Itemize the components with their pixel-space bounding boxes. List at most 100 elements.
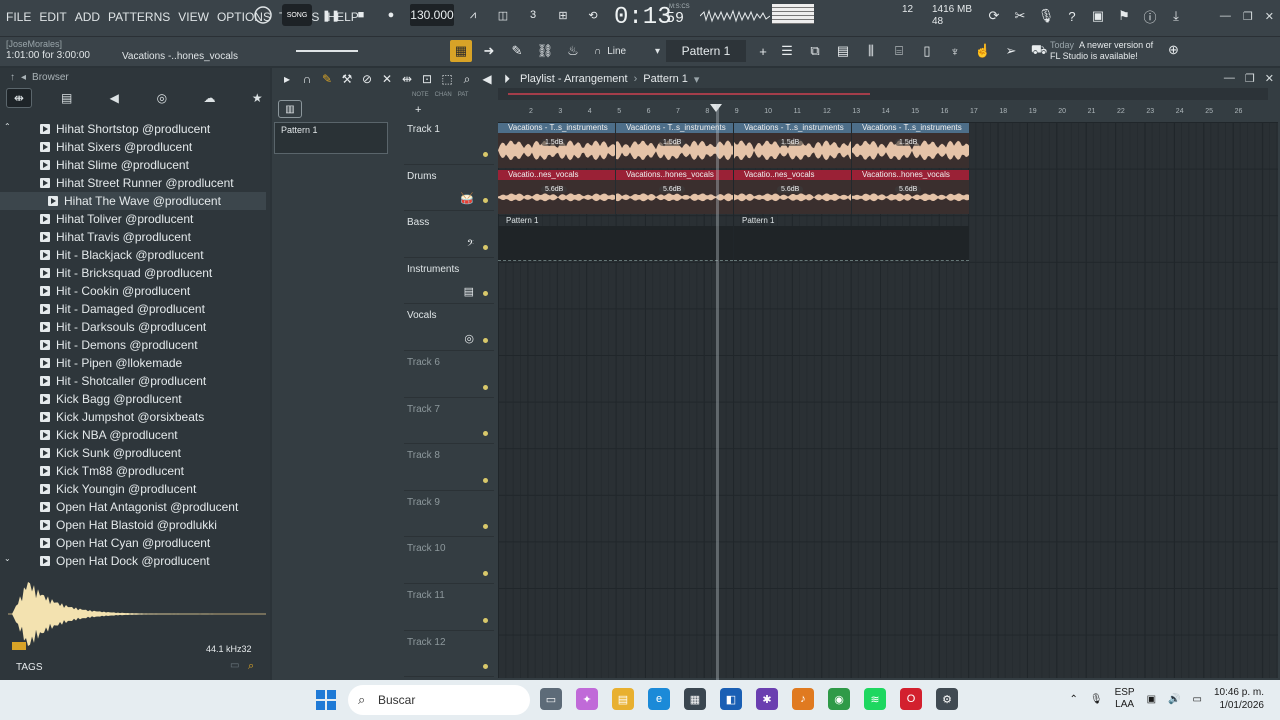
track-header[interactable]: Bass 𝄢 [404,211,494,258]
shop-icon[interactable]: ⛟ [1028,40,1050,62]
browser-item[interactable]: Open Hat Dock @prodlucent [0,552,266,570]
play-preview-icon[interactable] [40,430,50,440]
browser-item[interactable]: Hihat Slime @prodlucent [0,156,266,174]
link-icon[interactable]: ⛓ [534,40,556,62]
track-name[interactable]: Bass [407,217,429,228]
track-mute-led[interactable] [483,664,488,670]
tab-files-icon[interactable]: ▤ [54,88,80,108]
play-preview-icon[interactable] [40,412,50,422]
collapse-down-icon[interactable]: ⌄ [4,554,11,563]
menu-add[interactable]: ADD [75,10,100,24]
microphone-icon[interactable]: 🎙 [1038,8,1055,24]
track-name[interactable]: Track 9 [407,497,440,508]
track-header[interactable]: Instruments ▤ [404,258,494,305]
arrow-up-icon[interactable]: ↑ [10,72,15,83]
tab-cloud-icon[interactable]: ☁ [197,88,223,108]
undo-history-icon[interactable]: ⟳ [986,8,1002,24]
pattern-view-icon[interactable]: ▦ [450,40,472,62]
browser-item[interactable]: Hit - Blackjack @prodlucent [0,246,266,264]
slip-icon[interactable]: ⇹ [400,72,414,86]
network-icon[interactable]: ▣ [1147,694,1156,705]
scrollbar-thumb[interactable] [508,93,870,95]
instrument-audio-clip[interactable]: Vacations - T..s_instruments 1.5dB [734,123,851,168]
play-preview-icon[interactable] [40,376,50,386]
browser-item[interactable]: Open Hat Cyan @prodlucent [0,534,266,552]
mixer-icon[interactable]: ⫼ [860,40,882,62]
play-preview-icon[interactable] [40,394,50,404]
track-mute-led[interactable] [483,198,488,204]
app-icon[interactable]: ◧ [720,688,742,710]
track-name[interactable]: Track 10 [407,543,446,554]
play-preview-icon[interactable] [40,232,50,242]
file-explorer-icon[interactable]: ▤ [612,688,634,710]
tags-label[interactable]: TAGS [16,662,42,673]
play-preview-icon[interactable] [40,340,50,350]
song-mode-toggle[interactable]: SONG [282,4,312,26]
transport-icon[interactable]: ⏵ [500,72,514,87]
spotify-icon[interactable]: ≋ [864,688,886,710]
play-preview-icon[interactable] [40,520,50,530]
browser-item[interactable]: Hihat Travis @prodlucent [0,228,266,246]
select-icon[interactable]: ⬚ [440,72,454,86]
timeline-ruler[interactable]: 2 3 4 5 6 7 8 9 10 11 12 13 14 15 16 17 18 19 20 21 22 23 24 25… [498,104,1278,120]
track-name[interactable]: Track 11 [407,590,445,601]
tempo-display[interactable]: 130.000 [410,4,454,26]
playlist-minimize-icon[interactable]: — [1224,72,1235,85]
help-icon[interactable]: ? [1064,8,1080,24]
track-header[interactable]: Track 9 [404,491,494,538]
piano-roll-icon[interactable]: ⧉ [804,40,826,62]
track-name[interactable]: Drums [407,171,436,182]
track-name[interactable]: Track 7 [407,404,440,415]
browser-item[interactable]: Hihat The Wave @prodlucent [0,192,266,210]
save-icon[interactable]: ▣ [1090,8,1106,24]
playlist-window-icon[interactable]: ☰ [776,40,798,62]
pattern-clip[interactable]: Pattern 1 [734,216,969,261]
track-mute-led[interactable] [483,477,488,483]
track-header[interactable]: Track 11 [404,584,494,631]
taskbar-search[interactable]: ⌕ Buscar [348,685,530,715]
paint-icon[interactable]: ⚒ [340,72,354,86]
track-mute-led[interactable] [483,524,488,530]
browser-item[interactable]: Kick NBA @prodlucent [0,426,266,444]
clip-gain-label[interactable]: 1.5dB [541,139,568,146]
arrow-icon[interactable]: ➜ [478,40,500,62]
track-name[interactable]: Track 6 [407,357,440,368]
play-preview-icon[interactable] [40,142,50,152]
play-preview-icon[interactable] [40,286,50,296]
copilot-icon[interactable]: ✦ [576,688,598,710]
tray-chevron-icon[interactable]: ⌃ [1070,694,1078,705]
record-button[interactable]: ● [380,4,402,26]
browser-item[interactable]: Kick Jumpshot @orsixbeats [0,408,266,426]
play-preview-icon[interactable] [40,178,50,188]
browser-item[interactable]: Kick Tm88 @prodlucent [0,462,266,480]
instrument-audio-clip[interactable]: Vacations - T..s_instruments 1.5dB [498,123,615,168]
mute-icon[interactable]: ✕ [380,72,394,86]
browser-item[interactable]: Hit - Darksouls @prodlucent [0,318,266,336]
pattern-clip[interactable]: Pattern 1 [498,216,733,261]
play-preview-icon[interactable] [40,358,50,368]
play-preview-icon[interactable] [40,556,50,566]
track-header[interactable]: Track 1 [404,118,494,165]
stop-button[interactable]: ■ [350,4,372,26]
plugin-icon[interactable]: ⚑ [1116,8,1132,24]
browser-item[interactable]: Hihat Street Runner @prodlucent [0,174,266,192]
pattern-selector[interactable]: Pattern 1 [666,40,746,62]
piano-keys-icon[interactable]: ▥ [278,100,302,118]
zoom-icon[interactable]: ⌕ [460,72,474,87]
browser-item[interactable]: Hihat Toliver @prodlucent [0,210,266,228]
pattern-picker[interactable]: Pattern 1 [274,122,388,154]
tab-all-icon[interactable]: ⇼ [6,88,32,108]
instrument-audio-clip[interactable]: Vacations - T..s_instruments 1.5dB [852,123,969,168]
browser-item[interactable]: Kick Youngin @prodlucent [0,480,266,498]
play-preview-icon[interactable] [40,322,50,332]
windows-start-icon[interactable] [316,690,336,710]
project-icon[interactable]: ▯ [916,40,938,62]
track-mute-led[interactable] [483,291,488,297]
opera-icon[interactable]: O [900,688,922,710]
track-mute-led[interactable] [483,617,488,623]
countdown-icon[interactable]: 3 [522,4,544,26]
menu-arrow-icon[interactable]: ▸ [280,72,294,86]
track-header[interactable]: Track 7 [404,398,494,445]
task-view-icon[interactable]: ▭ [540,688,562,710]
track-header[interactable]: Track 6 [404,351,494,398]
